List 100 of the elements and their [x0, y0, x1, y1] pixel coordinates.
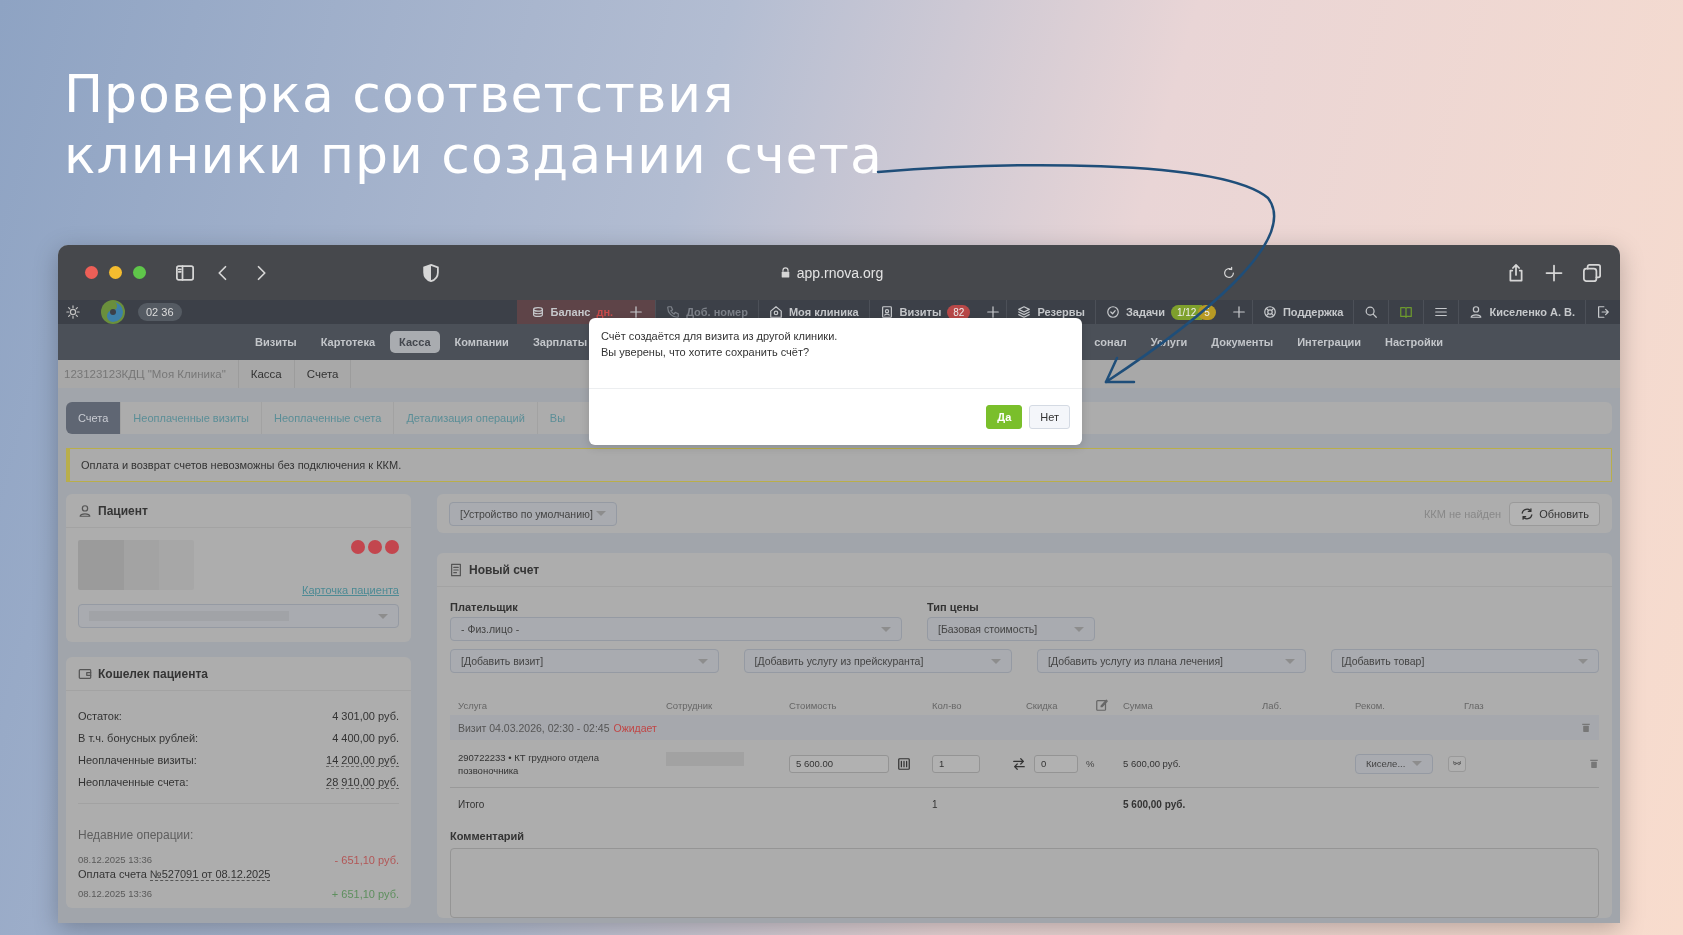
nav-item[interactable]: Документы: [1202, 331, 1283, 353]
column-header: Услуга: [457, 699, 488, 711]
search-icon[interactable]: [1364, 305, 1379, 319]
caret-icon: [596, 511, 606, 516]
operation-amount: - 651,10 руб.: [334, 854, 399, 866]
sidebar-icon[interactable]: [175, 262, 195, 283]
plus-icon[interactable]: [986, 305, 1001, 319]
tab[interactable]: Счета: [66, 402, 122, 434]
add-select[interactable]: [Добавить услугу из плана лечения]: [1037, 649, 1306, 673]
tabs-icon[interactable]: [1582, 262, 1602, 283]
total-quantity: 1: [932, 798, 938, 810]
field-label: Плательщик: [450, 601, 519, 613]
wallet-label: Неоплаченные визиты:: [78, 754, 197, 766]
receipt-icon: [449, 562, 463, 577]
caret-icon: [378, 613, 388, 619]
card-title: Кошелек пациента: [98, 666, 208, 681]
cost-field[interactable]: 5 600.00: [789, 754, 889, 773]
cancel-button[interactable]: Нет: [1029, 405, 1070, 429]
status-dot: [351, 540, 365, 554]
caret-icon: [881, 626, 891, 632]
operation-date: 08.12.2025 13:36: [78, 888, 152, 899]
column-header: Реком.: [1354, 699, 1386, 711]
book-icon[interactable]: [1399, 305, 1414, 319]
nav-item[interactable]: сонал: [1085, 331, 1136, 353]
menu-icon[interactable]: [1434, 305, 1449, 319]
device-select[interactable]: [Устройство по умолчанию]: [449, 501, 617, 526]
operation-date: 08.12.2025 13:36: [78, 854, 152, 865]
dialog-message: Счёт создаётся для визита из другой клиники. Вы уверены, что хотите сохранить счёт?: [600, 329, 839, 360]
amount-link[interactable]: 14 200,00 руб.: [326, 753, 399, 767]
comment-field[interactable]: [450, 848, 1599, 918]
id-card-icon: [879, 305, 894, 319]
visit-status: Ожидает: [613, 721, 657, 734]
price-type-select[interactable]: [Базовая стоимость]: [927, 617, 1095, 641]
service-name: 290722233 • КТ грудного отдела позвоночника: [458, 750, 600, 777]
maximize-button[interactable]: [133, 266, 146, 279]
header-item-label: Баланс: [550, 306, 591, 318]
breadcrumb-item[interactable]: Касса: [238, 360, 295, 388]
plus-icon[interactable]: [629, 305, 644, 319]
discount-field[interactable]: 0: [1034, 754, 1078, 773]
section-title: Недавние операции:: [78, 828, 195, 842]
coins-icon: [530, 305, 545, 319]
balance-note: дн.: [596, 306, 614, 318]
refresh-button[interactable]: Обновить: [1509, 501, 1600, 526]
field-label: Комментарий: [450, 830, 526, 842]
wallet-label: Остаток:: [78, 710, 122, 722]
total-label: Итого: [458, 798, 485, 810]
caret-icon: [697, 658, 708, 664]
column-header: Скидка: [1026, 699, 1058, 711]
operation-amount: + 651,10 руб.: [331, 888, 399, 900]
payer-select[interactable]: - Физ.лицо -: [450, 617, 902, 641]
refresh-icon: [1520, 506, 1535, 521]
url-text: app.rnova.org: [796, 264, 884, 281]
field-label: Тип цены: [927, 601, 980, 613]
price-list-icon[interactable]: [897, 756, 911, 771]
recommender-select[interactable]: Киселе...: [1355, 753, 1433, 774]
nav-item[interactable]: Интеграции: [1288, 331, 1370, 353]
close-button[interactable]: [85, 266, 98, 279]
shield-icon[interactable]: [421, 262, 441, 283]
amount-value: 4 301,00 руб.: [332, 710, 399, 722]
logo[interactable]: [100, 299, 126, 325]
amount-link[interactable]: 28 910,00 руб.: [326, 775, 399, 789]
count-badge: 1/12: [1170, 304, 1203, 320]
caret-icon: [1074, 626, 1084, 632]
discount-unit: %: [1086, 758, 1095, 769]
add-select[interactable]: [Добавить товар]: [1330, 649, 1599, 673]
column-header: Сотрудник: [665, 699, 714, 711]
nav-item[interactable]: Визиты: [246, 331, 306, 353]
edit-icon[interactable]: [1095, 698, 1109, 712]
breadcrumb-item[interactable]: Счета: [294, 360, 352, 388]
header-item-label: Визиты: [899, 306, 942, 318]
card-title: Пациент: [98, 503, 148, 518]
visit-label: Визит 04.03.2026, 02:30 - 02:45: [458, 721, 610, 734]
minimize-button[interactable]: [109, 266, 122, 279]
column-header: Кол-во: [931, 699, 963, 711]
address-bar[interactable]: app.rnova.org: [779, 264, 884, 281]
header-item-label: Поддержка: [1282, 306, 1344, 318]
nav-item[interactable]: Компании: [445, 331, 518, 353]
add-select[interactable]: [Добавить услугу из прейскуранта]: [743, 649, 1012, 673]
header-item-label: Киселенко А. В.: [1489, 306, 1575, 318]
quantity-field[interactable]: 1: [932, 754, 980, 773]
nav-item[interactable]: Настройки: [1375, 331, 1452, 353]
house-icon: [768, 305, 783, 319]
glasses-icon: [1451, 759, 1463, 768]
swap-icon[interactable]: [1012, 756, 1026, 771]
user-icon: [78, 503, 92, 518]
column-header: Стоимость: [788, 699, 838, 711]
nav-item[interactable]: Услуги: [1141, 331, 1197, 353]
new-tab-icon[interactable]: [1544, 262, 1564, 283]
invoice-link[interactable]: №527091 от 08.12.2025: [149, 868, 271, 881]
wallet-icon: [78, 666, 92, 681]
column-header: Сумма: [1122, 699, 1154, 711]
header-item[interactable]: Баланс дн.: [516, 300, 624, 324]
add-select[interactable]: [Добавить визит]: [450, 649, 719, 673]
caret-icon: [1578, 658, 1588, 664]
nav-item[interactable]: Картотека: [311, 331, 385, 353]
wallet-label: Неоплаченные счета:: [78, 776, 189, 788]
sun-icon[interactable]: [66, 305, 80, 319]
logout-icon[interactable]: [1596, 305, 1610, 319]
column-header: Глаз: [1463, 699, 1485, 711]
nav-item[interactable]: Касса: [390, 331, 440, 353]
